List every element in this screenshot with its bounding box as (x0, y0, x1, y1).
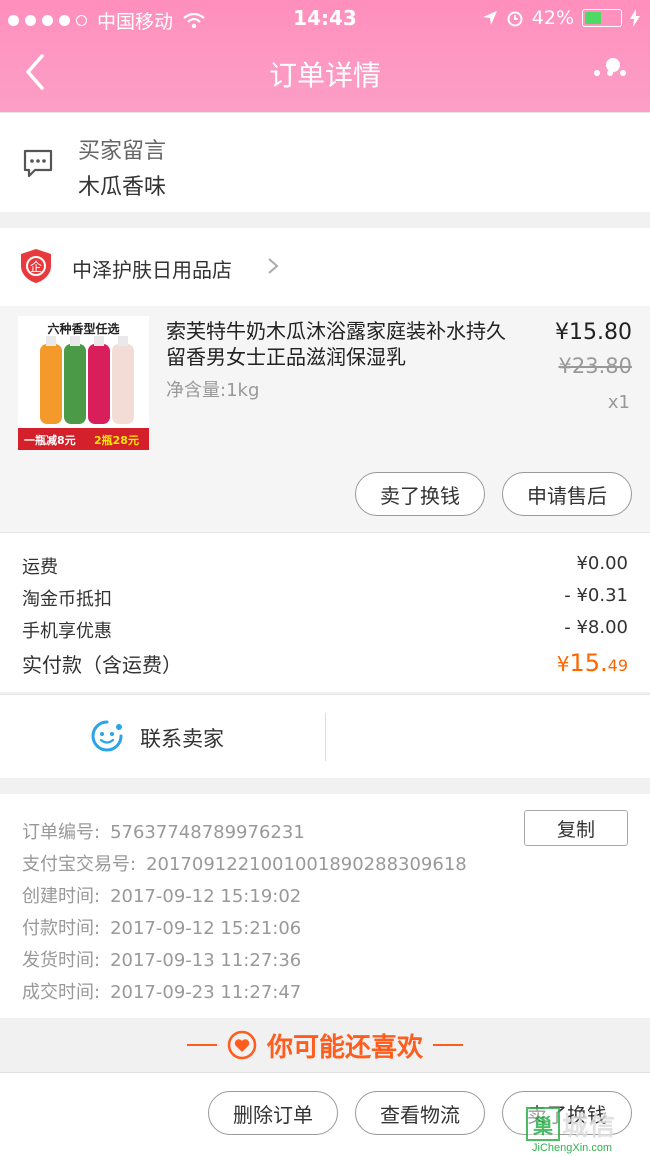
shipped-time-row: 发货时间: 2017-09-13 11:27:36 (22, 946, 301, 972)
shipping-value: ¥0.00 (576, 553, 628, 574)
product-quantity: x1 (607, 392, 630, 413)
order-number-value: 57637748789976231 (110, 822, 305, 843)
recommend-right-line (433, 1044, 463, 1046)
notification-dot (606, 58, 620, 72)
order-info-card: 订单编号: 57637748789976231 复制 支付宝交易号: 2017091… (0, 794, 650, 1018)
completed-time-row: 成交时间: 2017-09-23 11:27:47 (22, 978, 301, 1004)
buyer-message-title: 买家留言 (78, 139, 167, 164)
recommend-header: 你可能还喜欢 (0, 1018, 650, 1072)
shop-badge-icon: 企 (21, 249, 51, 283)
battery-percent: 42% (531, 7, 574, 29)
resell-button[interactable]: 卖了换钱 (355, 472, 485, 516)
chevron-right-icon (268, 258, 279, 274)
page-title: 订单详情 (268, 59, 381, 92)
nav-bar: 订单详情 (0, 36, 650, 112)
watermark-text: 城信 (562, 1111, 617, 1142)
watermark-logo: 巢 城信 (526, 1104, 646, 1144)
created-time-label: 创建时间: (22, 886, 101, 907)
total-label: 实付款（含运费） (22, 653, 182, 677)
recommend-left-line (186, 1044, 217, 1046)
alarm-icon (507, 11, 523, 27)
order-number-label: 订单编号: (22, 822, 101, 843)
mobile-value: - ¥8.00 (564, 617, 628, 638)
product-spec: 净含量:1kg (166, 380, 260, 401)
total-decimal: 49 (607, 656, 628, 675)
heart-circle-icon (227, 1030, 257, 1060)
status-right: 42% (482, 7, 640, 29)
coin-label: 淘金币抵扣 (22, 589, 112, 610)
completed-time-value: 2017-09-23 11:27:47 (110, 982, 302, 1003)
total-paid-row: 实付款（含运费） ¥15.49 (22, 649, 628, 678)
product-card[interactable]: 六种香型任选 一瓶减8元 2瓶28元 索芙特牛奶木瓜沐浴露家庭装补水持久留香男女… (0, 306, 650, 532)
contact-seller-icon[interactable] (90, 719, 124, 753)
product-title[interactable]: 索芙特牛奶木瓜沐浴露家庭装补水持久留香男女士正品滋润保湿乳 (166, 318, 516, 370)
shipping-fee-row: 运费 ¥0.00 (22, 553, 628, 579)
buyer-message-text: 木瓜香味 (78, 175, 167, 200)
product-original-price: ¥23.80 (558, 354, 632, 378)
total-integer: 15. (569, 649, 608, 677)
location-arrow-icon (482, 11, 497, 25)
thumb-bottom-right-text: 2瓶28元 (94, 434, 139, 447)
charging-bolt-icon (630, 9, 640, 27)
product-thumbnail[interactable]: 六种香型任选 一瓶减8元 2瓶28元 (18, 316, 149, 450)
thumb-bottom-left-text: 一瓶减8元 (24, 434, 76, 447)
paid-time-value: 2017-09-12 15:21:06 (110, 918, 302, 939)
top-bar: 中国移动 14:43 42% 订单详情 (0, 0, 650, 112)
fee-summary-card: 运费 ¥0.00 淘金币抵扣 - ¥0.31 手机享优惠 - ¥8.00 实付款… (0, 532, 650, 692)
watermark-url: JiChengXin.com (532, 1142, 613, 1154)
svg-text:企: 企 (30, 259, 42, 274)
product-bottles-image (18, 336, 149, 450)
shop-row[interactable]: 企 中泽护肤日用品店 (0, 228, 650, 306)
created-time-value: 2017-09-12 15:19:02 (110, 886, 302, 907)
completed-time-label: 成交时间: (22, 982, 101, 1003)
buyer-message-card: 买家留言 木瓜香味 (0, 112, 650, 212)
message-bubble-icon (23, 149, 53, 178)
more-menu-icon[interactable] (592, 58, 632, 90)
order-number-row: 订单编号: 57637748789976231 (22, 818, 305, 844)
status-bar: 中国移动 14:43 42% (0, 0, 650, 36)
watermark-box: 巢 (526, 1107, 560, 1141)
shipping-label: 运费 (22, 557, 58, 578)
watermark: 巢 城信 JiChengXin.com (526, 1104, 646, 1154)
coin-value: - ¥0.31 (564, 585, 628, 606)
recommend-title: 你可能还喜欢 (266, 1032, 423, 1063)
product-price: ¥15.80 (555, 320, 632, 345)
created-time-row: 创建时间: 2017-09-12 15:19:02 (22, 882, 301, 908)
view-logistics-button[interactable]: 查看物流 (355, 1091, 485, 1135)
total-value: ¥15.49 (557, 649, 628, 677)
paid-time-row: 付款时间: 2017-09-12 15:21:06 (22, 914, 301, 940)
alipay-number-value: 2017091221001001890288309618 (146, 854, 467, 875)
mobile-label: 手机享优惠 (22, 621, 112, 642)
mobile-discount-row: 手机享优惠 - ¥8.00 (22, 617, 628, 643)
coin-deduction-row: 淘金币抵扣 - ¥0.31 (22, 585, 628, 611)
contact-card: 联系卖家 (0, 694, 650, 778)
delete-order-button[interactable]: 删除订单 (208, 1091, 338, 1135)
paid-time-label: 付款时间: (22, 918, 101, 939)
copy-button[interactable]: 复制 (524, 810, 628, 846)
shipped-time-label: 发货时间: (22, 950, 101, 971)
total-currency: ¥ (556, 652, 570, 676)
shipped-time-value: 2017-09-13 11:27:36 (110, 950, 302, 971)
alipay-number-row: 支付宝交易号: 2017091221001001890288309618 (22, 850, 467, 876)
alipay-number-label: 支付宝交易号: (22, 854, 137, 875)
after-sales-button[interactable]: 申请售后 (502, 472, 632, 516)
contact-seller-button[interactable]: 联系卖家 (140, 723, 224, 753)
shop-name: 中泽护肤日用品店 (72, 258, 232, 282)
battery-icon (582, 9, 622, 27)
divider (325, 713, 326, 761)
